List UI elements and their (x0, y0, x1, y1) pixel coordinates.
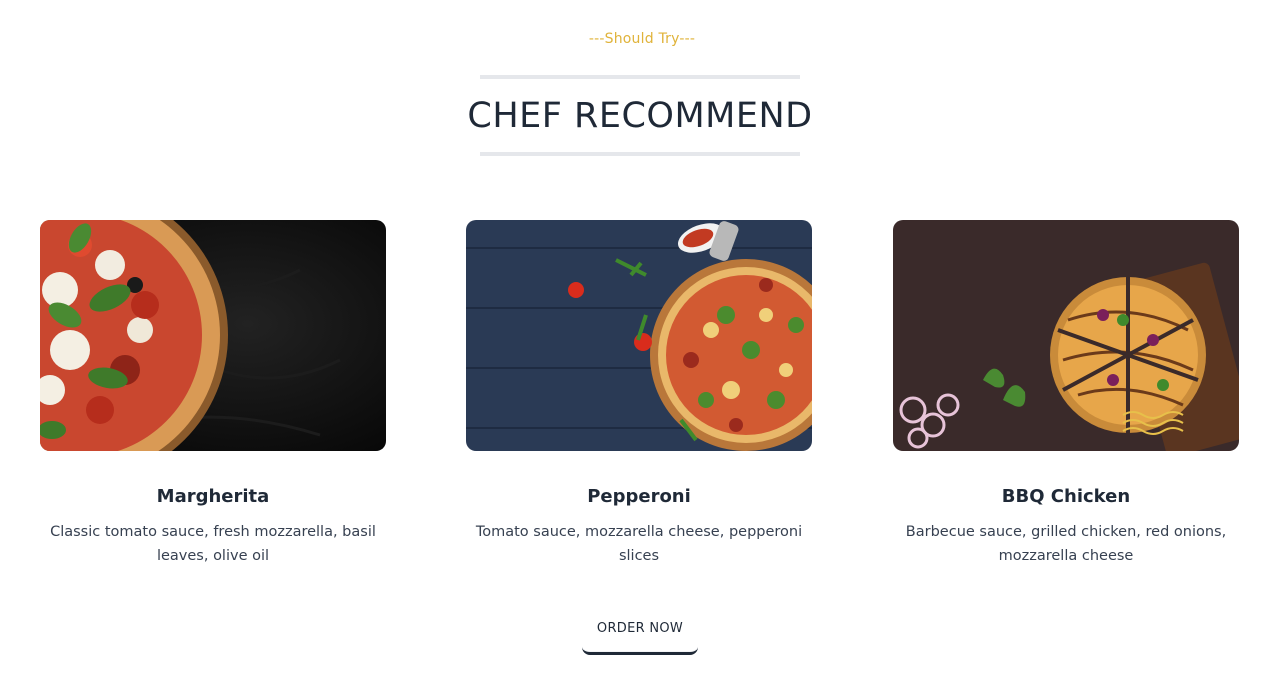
menu-card-name: Margherita (156, 486, 270, 507)
menu-card-margherita[interactable]: Margherita Classic tomato sauce, fresh m… (0, 220, 428, 580)
section-title: CHEF RECOMMEND (467, 95, 813, 136)
chef-recommend-section: ---Should Try--- CHEF RECOMMEND Margheri… (0, 0, 1284, 679)
section-eyebrow: ---Should Try--- (588, 31, 696, 47)
pepperoni-pizza-image[interactable] (466, 220, 812, 451)
menu-card-description: Classic tomato sauce, fresh mozzarella, … (50, 524, 376, 564)
menu-card-description: Tomato sauce, mozzarella cheese, peppero… (475, 524, 803, 564)
margherita-pizza-image[interactable] (40, 220, 386, 451)
menu-cards: Margherita Classic tomato sauce, fresh m… (0, 220, 1284, 580)
order-now-button[interactable]: ORDER NOW (582, 604, 698, 655)
section-title-wrap: CHEF RECOMMEND (467, 75, 812, 156)
menu-card-bbq-chicken[interactable]: BBQ Chicken Barbecue sauce, grilled chic… (853, 220, 1281, 580)
menu-card-name: Pepperoni (587, 486, 691, 507)
bbq-chicken-pizza-image[interactable] (893, 220, 1239, 451)
menu-card-pepperoni[interactable]: Pepperoni Tomato sauce, mozzarella chees… (426, 220, 854, 580)
menu-card-name: BBQ Chicken (1001, 486, 1131, 507)
menu-card-description: Barbecue sauce, grilled chicken, red oni… (905, 524, 1227, 564)
